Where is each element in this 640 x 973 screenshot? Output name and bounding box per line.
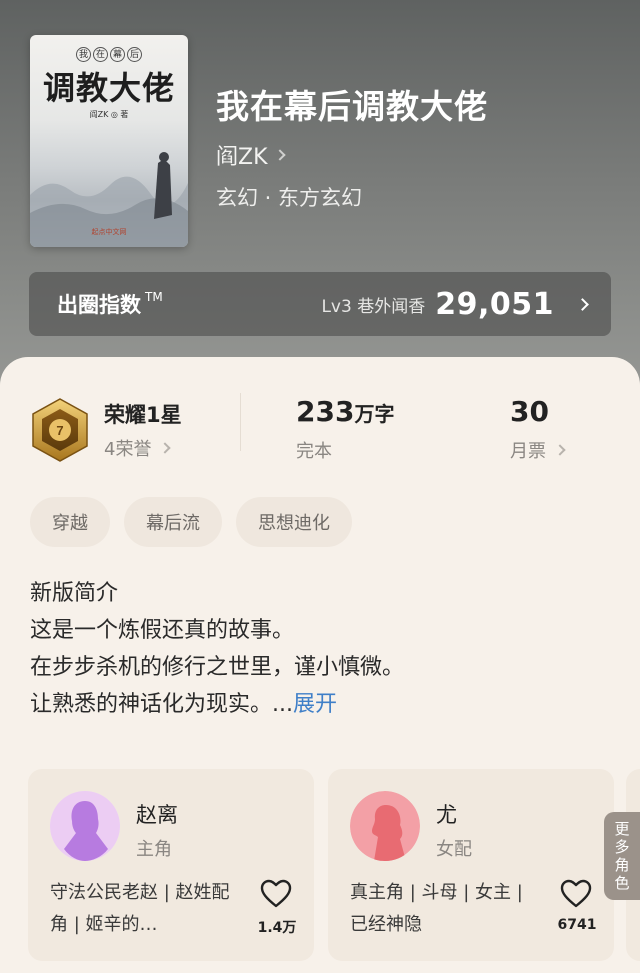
word-count: 233万字 xyxy=(296,395,395,428)
avatar xyxy=(350,791,420,861)
heart-icon[interactable] xyxy=(560,879,592,909)
book-intro: 新版简介 这是一个炼假还真的故事。 在步步杀机的修行之世里，谨小慎微。 让熟悉的… xyxy=(30,575,610,723)
index-value: 29,051 xyxy=(435,286,554,322)
chevron-right-icon xyxy=(159,442,172,454)
heart-icon[interactable] xyxy=(260,879,292,909)
cover-publisher: 起点中文网 xyxy=(91,228,127,236)
honor-badge-icon[interactable]: 7 xyxy=(30,397,90,463)
cover-title: 调教大佬 xyxy=(42,69,175,107)
author-link[interactable]: 阎ZK xyxy=(216,139,286,171)
completion-status: 完本 xyxy=(296,441,332,462)
chevron-right-icon xyxy=(576,297,589,311)
divider xyxy=(240,393,241,451)
intro-line: 在步步杀机的修行之世里，谨小慎微。 xyxy=(30,655,405,680)
character-role: 女配 xyxy=(436,839,472,860)
honor-count-link[interactable]: 4荣誉 xyxy=(104,435,172,461)
popularity-index-bar[interactable]: 出圈指数 TM Lv3 巷外闻香 29,051 xyxy=(29,272,611,336)
badge-number: 7 xyxy=(56,423,63,438)
character-name: 尤 xyxy=(436,803,457,827)
book-title: 我在幕后调教大佬 xyxy=(216,87,488,126)
tag-list: 穿越 幕后流 思想迪化 xyxy=(30,497,352,547)
intro-line: 让熟悉的神话化为现实。...展开 xyxy=(30,692,337,717)
cover-top-text: 我在幕后 xyxy=(30,47,188,62)
stats-row: 7 荣耀1星 4荣誉 233万字 完本 30 月票 xyxy=(0,357,640,507)
character-card[interactable]: 尤 女配 真主角 | 斗母 | 女主 | 已经神隐 6741 xyxy=(328,769,614,961)
avatar xyxy=(50,791,120,861)
cover-author: 阎ZK ◎ 著 xyxy=(89,110,129,119)
index-label: 出圈指数 TM xyxy=(57,290,163,317)
chevron-right-icon xyxy=(554,444,566,456)
monthly-ticket-count: 30 xyxy=(510,395,549,428)
intro-line: 这是一个炼假还真的故事。 xyxy=(30,618,295,643)
index-level: Lv3 巷外闻香 xyxy=(321,296,426,317)
honor-title: 荣耀1星 xyxy=(104,403,182,427)
book-cover[interactable]: 我在幕后 调教大佬 阎ZK ◎ 著 起点中文网 xyxy=(30,35,188,247)
tag-chip[interactable]: 穿越 xyxy=(30,497,110,547)
character-desc: 守法公民老赵 | 赵姓配角 | 姬辛的… xyxy=(50,882,230,935)
character-list: 赵离 主角 守法公民老赵 | 赵姓配角 | 姬辛的… 1.4万 尤 女配 真主角… xyxy=(28,769,640,965)
character-desc: 真主角 | 斗母 | 女主 | 已经神隐 xyxy=(350,882,523,935)
chevron-right-icon xyxy=(273,149,286,161)
like-count: 1.4万 xyxy=(257,920,297,936)
expand-link[interactable]: 展开 xyxy=(293,692,337,717)
author-name: 阎ZK xyxy=(216,145,268,170)
like-count: 6741 xyxy=(557,917,597,933)
character-card[interactable]: 赵离 主角 守法公民老赵 | 赵姓配角 | 姬辛的… 1.4万 xyxy=(28,769,314,961)
intro-heading: 新版简介 xyxy=(30,581,119,606)
tag-chip[interactable]: 思想迪化 xyxy=(236,497,352,547)
more-roles-button[interactable]: 更多角色 xyxy=(604,812,640,900)
trademark-mark: TM xyxy=(145,290,163,304)
book-detail-sheet: 7 荣耀1星 4荣誉 233万字 完本 30 月票 穿越 幕后流 思想迪化 新版… xyxy=(0,357,640,973)
tag-chip[interactable]: 幕后流 xyxy=(124,497,222,547)
character-role: 主角 xyxy=(136,839,172,860)
monthly-ticket-link[interactable]: 月票 xyxy=(510,437,566,463)
book-genre: 玄幻 · 东方玄幻 xyxy=(216,186,363,210)
character-name: 赵离 xyxy=(136,803,178,827)
